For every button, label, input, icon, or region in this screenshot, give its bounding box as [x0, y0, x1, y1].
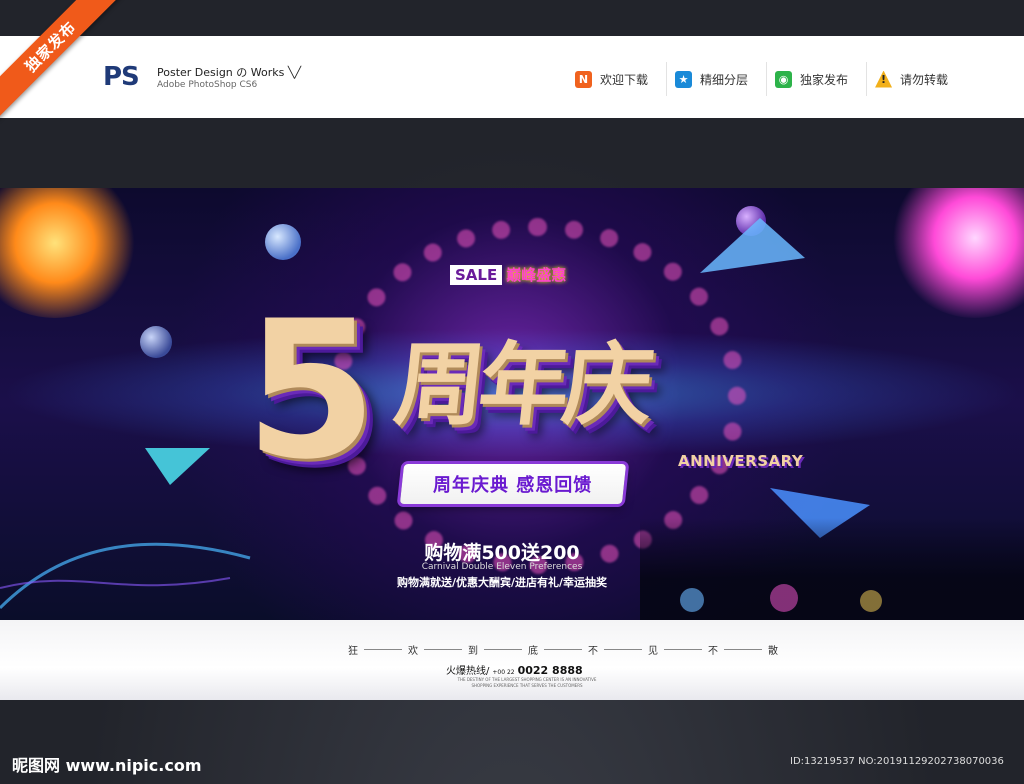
slogan: 狂 欢 到 底 不 见 不 散: [346, 642, 780, 657]
link-label: 精细分层: [700, 72, 749, 87]
hotline-label: 火爆热线/: [446, 666, 490, 677]
subtitle-text: 周年庆典 感恩回馈: [433, 475, 593, 496]
sphere-decoration: [140, 326, 172, 358]
slogan-char: 不: [588, 646, 598, 657]
triangle-decoration: [700, 218, 805, 273]
link-no-repost[interactable]: ! 请勿转载: [867, 62, 966, 96]
title-cn: 周年庆: [389, 333, 653, 438]
header-subtitle: Adobe PhotoShop CS6: [157, 80, 258, 90]
slogan-char: 底: [528, 646, 538, 657]
bokeh-light: [770, 584, 798, 612]
glow-orb-left: [0, 188, 140, 318]
slogan-char: 狂: [348, 646, 358, 657]
crowd-silhouette: [640, 518, 1024, 620]
bokeh-light: [860, 590, 882, 612]
link-layers[interactable]: ★ 精细分层: [667, 62, 768, 96]
warning-icon: !: [875, 70, 893, 88]
link-label: 欢迎下载: [600, 72, 649, 87]
slogan-char: 欢: [408, 646, 418, 657]
link-exclusive[interactable]: ◉ 独家发布: [767, 62, 868, 96]
link-download[interactable]: N 欢迎下载: [567, 62, 668, 96]
sale-box: SALE: [450, 264, 503, 285]
header-bar: PS Poster Design の Works ╲╱ Adobe PhotoS…: [0, 36, 1024, 118]
slogan-char: 散: [768, 646, 778, 657]
sale-tag: SALE 巅峰盛惠: [450, 264, 566, 285]
main-title: 5 周年庆: [245, 296, 653, 486]
user-icon: ◉: [775, 70, 793, 88]
slogan-char: 到: [468, 646, 478, 657]
link-label: 独家发布: [800, 72, 849, 87]
fine-print: THE DESTINY OF THE LARGEST SHOPPING CENT…: [457, 677, 597, 688]
bokeh-light: [680, 588, 704, 612]
site-watermark: 昵图网 www.nipic.com: [12, 756, 202, 775]
ps-logo: PS: [103, 62, 140, 92]
title-number: 5: [245, 280, 377, 501]
n-icon: N: [575, 70, 592, 88]
link-label: 请勿转载: [900, 72, 949, 87]
anniversary-label: ANNIVERSARY: [678, 452, 804, 470]
slogan-char: 见: [648, 646, 658, 657]
star-icon: ★: [675, 70, 693, 88]
hotline-number: 0022 8888: [517, 664, 583, 677]
slogan-char: 不: [708, 646, 718, 657]
id-watermark: ID:13219537 NO:20191129202738070036: [790, 756, 1004, 767]
header-links: N 欢迎下载 ★ 精细分层 ◉ 独家发布 ! 请勿转载: [567, 62, 966, 96]
sphere-decoration: [265, 224, 301, 260]
poster-footer: 狂 欢 到 底 不 见 不 散 火爆热线/ +00 22 0022 8888 T…: [0, 620, 1024, 700]
subtitle-banner: 周年庆典 感恩回馈: [399, 464, 627, 504]
header-title: Poster Design の Works ╲╱: [157, 66, 302, 79]
sale-text: 巅峰盛惠: [506, 266, 567, 284]
poster: SALE 巅峰盛惠 5 周年庆 ANNIVERSARY 周年庆典 感恩回馈 购物…: [0, 188, 1024, 620]
glow-orb-right: [890, 188, 1024, 318]
hotline: 火爆热线/ +00 22 0022 8888: [446, 662, 583, 677]
triangle-decoration: [145, 448, 210, 485]
hotline-prefix: +00 22: [492, 669, 515, 676]
